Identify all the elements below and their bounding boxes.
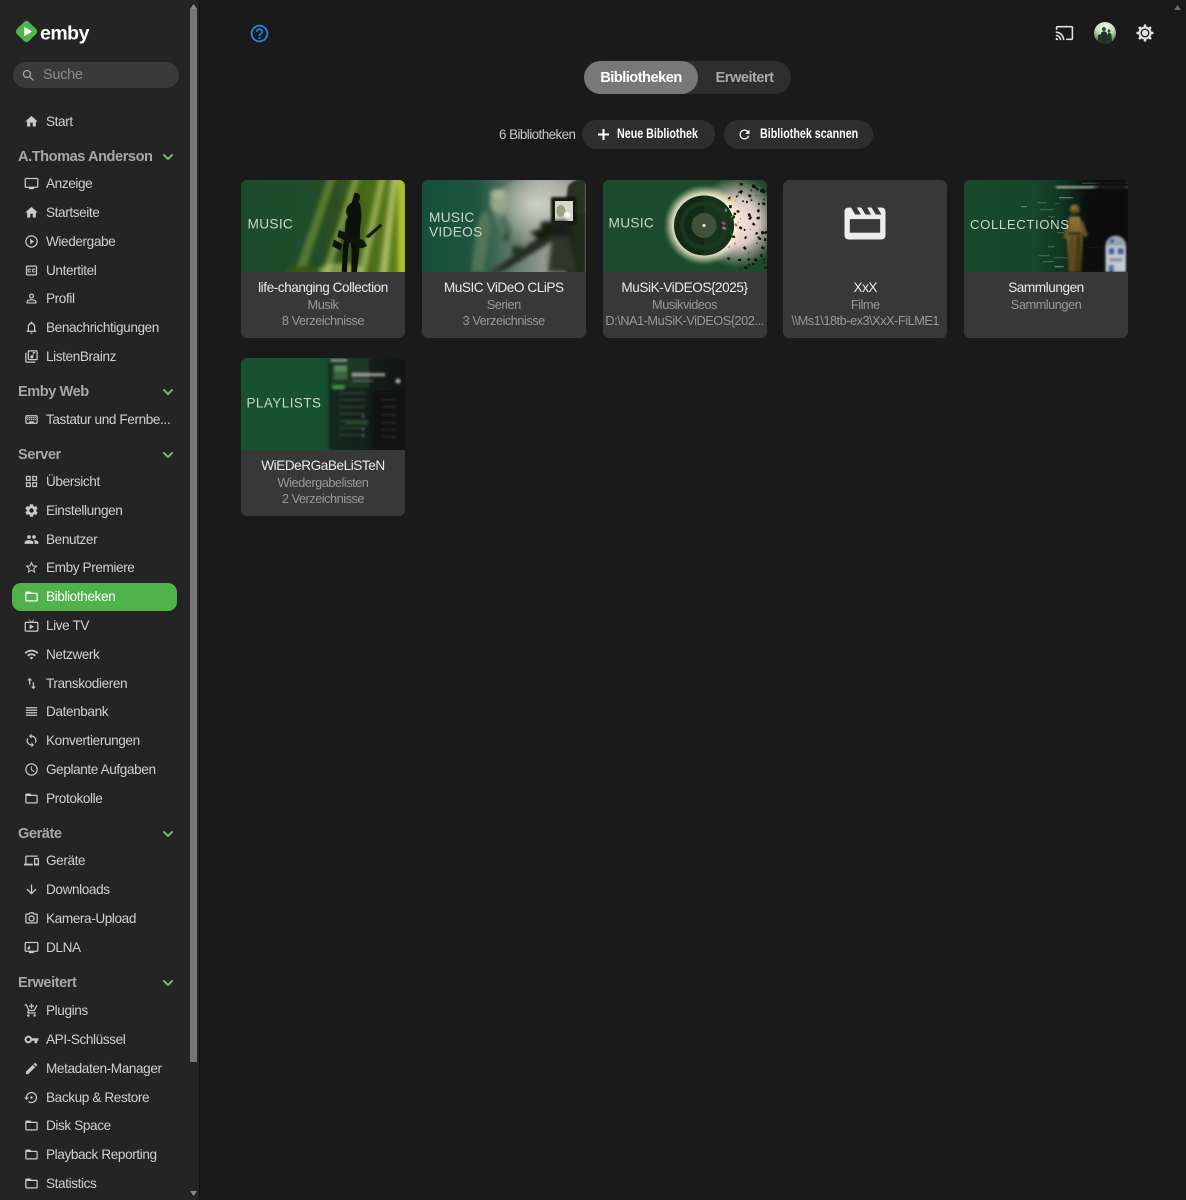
svg-text:COLLECTIONS: COLLECTIONS	[970, 217, 1070, 232]
svg-text:VIDEOS: VIDEOS	[429, 225, 483, 240]
svg-text:MUSIC: MUSIC	[429, 210, 475, 225]
svg-text:emby: emby	[40, 23, 90, 45]
svg-text:MUSIC: MUSIC	[608, 216, 654, 231]
svg-text:PLAYLISTS: PLAYLISTS	[247, 396, 322, 411]
svg-text:MUSIC: MUSIC	[248, 217, 294, 232]
